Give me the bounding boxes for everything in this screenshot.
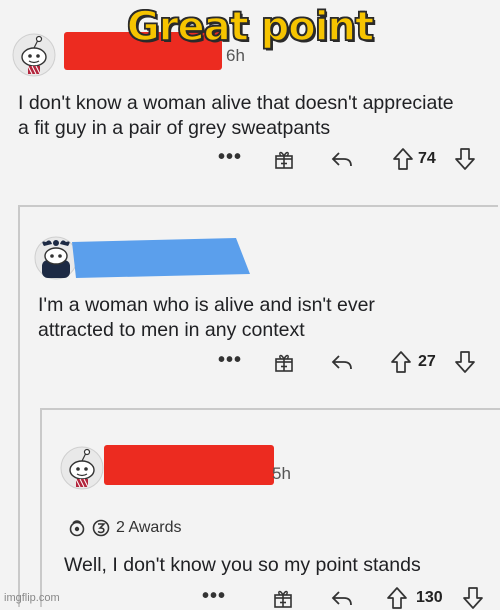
comment-body: I'm a woman who is alive and isn't ever … xyxy=(38,293,375,343)
gift-icon[interactable] xyxy=(273,147,295,171)
comment-time: 5h xyxy=(272,464,291,483)
reply-icon[interactable] xyxy=(330,586,354,610)
meme-page: Great point 6h I don't know a woman aliv… xyxy=(0,0,500,610)
comment-body: Well, I don't know you so my point stand… xyxy=(64,553,421,578)
downvote-icon[interactable] xyxy=(454,147,476,171)
more-options-icon[interactable]: ••• xyxy=(218,145,242,169)
vote-count: 130 xyxy=(416,589,443,606)
upvote-icon[interactable] xyxy=(392,147,414,171)
upvote-icon[interactable] xyxy=(390,350,412,374)
thread-line xyxy=(40,408,42,607)
watermark: imgflip.com xyxy=(4,592,60,604)
thread-divider xyxy=(18,205,498,207)
upvote-icon[interactable] xyxy=(386,586,408,610)
more-options-icon[interactable]: ••• xyxy=(202,584,226,608)
username-redaction xyxy=(104,445,274,485)
comment-body: I don't know a woman alive that doesn't … xyxy=(18,91,454,141)
thread-line xyxy=(18,205,20,607)
comment-actions: ••• 74 xyxy=(210,147,500,171)
gift-icon[interactable] xyxy=(273,350,295,374)
reply-icon[interactable] xyxy=(330,147,354,171)
award-icon xyxy=(92,519,110,537)
comment-line: I don't know a woman alive that doesn't … xyxy=(18,92,454,114)
meme-caption: Great point xyxy=(126,3,375,51)
award-icon xyxy=(69,520,85,537)
username-redaction xyxy=(72,238,250,278)
downvote-icon[interactable] xyxy=(462,586,484,610)
comment-actions: ••• 130 xyxy=(190,586,500,610)
downvote-icon[interactable] xyxy=(454,350,476,374)
comment-actions: ••• 27 xyxy=(210,350,500,374)
comment-line: I'm a woman who is alive and isn't ever xyxy=(38,294,375,316)
gift-icon[interactable] xyxy=(272,586,294,610)
comment-line: Well, I don't know you so my point stand… xyxy=(64,554,421,576)
awards-label: 2 Awards xyxy=(116,519,182,536)
avatar-icon[interactable] xyxy=(60,446,104,490)
reply-icon[interactable] xyxy=(330,350,354,374)
awards-row[interactable]: 2 Awards xyxy=(68,519,182,537)
comment-line: a fit guy in a pair of grey sweatpants xyxy=(18,117,331,139)
comment-line: attracted to men in any context xyxy=(38,319,305,341)
more-options-icon[interactable]: ••• xyxy=(218,348,242,372)
vote-count: 27 xyxy=(418,353,436,370)
vote-count: 74 xyxy=(418,150,436,167)
thread-divider xyxy=(40,408,500,410)
